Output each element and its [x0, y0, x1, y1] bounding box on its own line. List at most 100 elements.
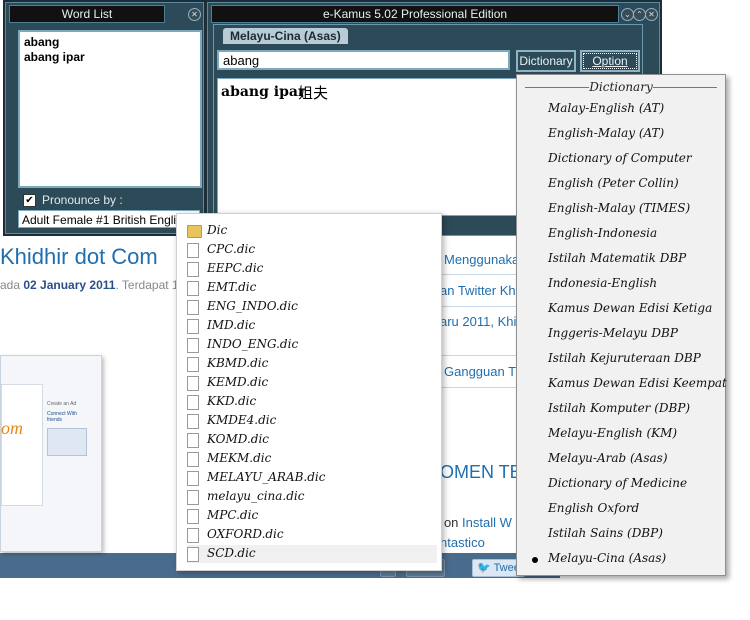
folder-row[interactable]: Dic	[187, 222, 437, 240]
file-name: ENG_INDO.dic	[207, 299, 298, 313]
option-button[interactable]: Option	[580, 50, 640, 72]
blog-post-date: 02 January 2011	[23, 278, 116, 292]
file-row[interactable]: SCD.dic	[187, 545, 437, 563]
close-icon[interactable]: ✕	[645, 8, 658, 21]
komen-heading: OMEN TE	[440, 462, 522, 482]
file-icon	[187, 300, 199, 315]
divider	[440, 274, 520, 275]
menu-item[interactable]: English Oxford	[548, 501, 639, 515]
file-row[interactable]: KOMD.dic	[187, 431, 437, 449]
list-item[interactable]: abang	[24, 35, 59, 49]
folder-icon	[187, 225, 202, 238]
file-icon	[187, 376, 199, 391]
file-name: KMDE4.dic	[207, 413, 277, 427]
tab-melayu-cina[interactable]: Melayu-Cina (Asas)	[223, 28, 348, 44]
blog-link-4[interactable]: Gangguan T	[444, 364, 516, 379]
menu-item[interactable]: Melayu-English (KM)	[548, 426, 677, 440]
file-row[interactable]: MELAYU_ARAB.dic	[187, 469, 437, 487]
file-icon	[187, 509, 199, 524]
thumb-logo: om	[1, 418, 23, 438]
result-word: abang ipar	[221, 84, 306, 100]
selected-radio-icon	[532, 557, 538, 563]
menu-item[interactable]: English-Indonesia	[548, 226, 657, 240]
thumb-panel	[1, 384, 43, 506]
file-row[interactable]: ENG_INDO.dic	[187, 298, 437, 316]
file-icon	[187, 414, 199, 429]
word-list-window: Word List ✕ abang abang ipar ✔ Pronounce…	[3, 0, 206, 236]
file-name: IMD.dic	[207, 318, 256, 332]
file-row[interactable]: KEMD.dic	[187, 374, 437, 392]
twitter-icon: 🐦	[477, 562, 491, 574]
dictionary-button[interactable]: Dictionary	[516, 50, 576, 72]
file-row[interactable]: OXFORD.dic	[187, 526, 437, 544]
file-icon	[187, 490, 199, 505]
menu-item[interactable]: Istilah Kejuruteraan DBP	[548, 351, 701, 365]
file-name: MELAYU_ARAB.dic	[207, 470, 326, 484]
thumbnail-screenshot: om Create an Ad Connect With friends	[0, 355, 102, 552]
menu-item[interactable]: Melayu-Cina (Asas)	[548, 551, 666, 565]
thumb-ad-label: Create an Ad	[47, 401, 77, 407]
blog-link-2[interactable]: an Twitter Kh	[440, 283, 516, 298]
file-row[interactable]: IMD.dic	[187, 317, 437, 335]
voice-select[interactable]: Adult Female #1 British English (L	[18, 210, 200, 228]
menu-item[interactable]: Indonesia-English	[548, 276, 657, 290]
menu-item[interactable]: Malay-English (AT)	[548, 101, 664, 115]
file-name: melayu_cina.dic	[207, 489, 305, 503]
menu-item[interactable]: English-Malay (TIMES)	[548, 201, 690, 215]
menu-item[interactable]: Istilah Sains (DBP)	[548, 526, 663, 540]
menu-item[interactable]: English-Malay (AT)	[548, 126, 664, 140]
file-name: KKD.dic	[207, 394, 257, 408]
file-icon	[187, 395, 199, 410]
folder-name: Dic	[207, 223, 228, 237]
divider	[440, 306, 520, 307]
blog-link-1[interactable]: Menggunaka	[444, 252, 519, 267]
comment-line: ) on Install W	[436, 515, 512, 530]
word-list: abang abang ipar	[18, 30, 202, 188]
menu-item[interactable]: Kamus Dewan Edisi Ketiga	[548, 301, 712, 315]
list-item[interactable]: abang ipar	[24, 50, 85, 64]
file-row[interactable]: INDO_ENG.dic	[187, 336, 437, 354]
file-icon	[187, 357, 199, 372]
comment-link[interactable]: Install W	[462, 515, 512, 530]
divider	[440, 355, 520, 356]
file-row[interactable]: EMT.dic	[187, 279, 437, 297]
file-name: KOMD.dic	[207, 432, 270, 446]
file-name: KEMD.dic	[207, 375, 269, 389]
menu-header: Dictionary	[589, 80, 653, 94]
menu-item[interactable]: Istilah Matematik DBP	[548, 251, 686, 265]
file-name: MEKM.dic	[207, 451, 272, 465]
result-translation: 姐夫	[298, 84, 329, 102]
file-row[interactable]: MEKM.dic	[187, 450, 437, 468]
file-name: OXFORD.dic	[207, 527, 284, 541]
comment-line-2[interactable]: ntastico	[440, 535, 485, 550]
search-input[interactable]	[217, 50, 510, 70]
file-icon	[187, 319, 199, 334]
file-row[interactable]: KBMD.dic	[187, 355, 437, 373]
blog-title[interactable]: Khidhir dot Com	[0, 244, 158, 270]
file-row[interactable]: EEPC.dic	[187, 260, 437, 278]
menu-item[interactable]: Inggeris-Melayu DBP	[548, 326, 678, 340]
envelope-icon	[47, 428, 87, 456]
close-icon[interactable]: ✕	[188, 8, 201, 21]
file-icon	[187, 243, 199, 258]
file-name: EMT.dic	[207, 280, 257, 294]
file-list-panel: Dic CPC.dic EEPC.dic EMT.dic ENG_INDO.dic IM…	[176, 213, 442, 571]
file-icon	[187, 262, 199, 277]
dictionary-menu: Dictionary Malay-English (AT) English-Mal…	[516, 74, 727, 576]
menu-item[interactable]: Melayu-Arab (Asas)	[548, 451, 668, 465]
file-icon	[187, 528, 199, 543]
file-row[interactable]: CPC.dic	[187, 241, 437, 259]
menu-item[interactable]: Istilah Komputer (DBP)	[548, 401, 690, 415]
divider	[440, 387, 520, 388]
file-row[interactable]: melayu_cina.dic	[187, 488, 437, 506]
menu-item[interactable]: English (Peter Collin)	[548, 176, 679, 190]
menu-item[interactable]: Kamus Dewan Edisi Keempat	[548, 376, 727, 390]
file-row[interactable]: MPC.dic	[187, 507, 437, 525]
file-row[interactable]: KMDE4.dic	[187, 412, 437, 430]
menu-item[interactable]: Dictionary of Medicine	[548, 476, 687, 490]
pronounce-checkbox[interactable]: ✔	[23, 194, 36, 207]
file-row[interactable]: KKD.dic	[187, 393, 437, 411]
file-name: INDO_ENG.dic	[207, 337, 299, 351]
menu-item[interactable]: Dictionary of Computer	[548, 151, 692, 165]
blog-link-3[interactable]: aru 2011, Khi	[440, 314, 516, 329]
